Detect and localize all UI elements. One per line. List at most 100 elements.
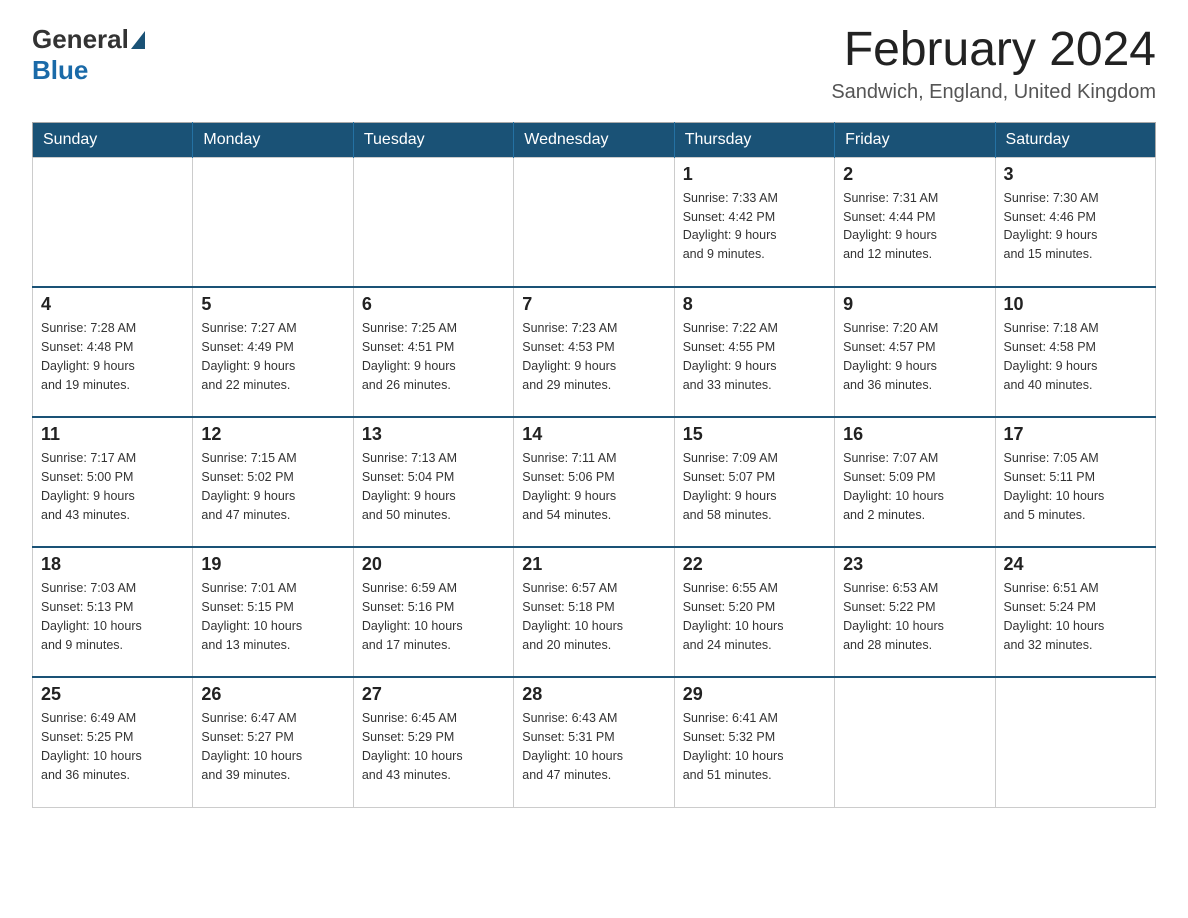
calendar-day-cell: 28 Sunrise: 6:43 AM Sunset: 5:31 PM Dayli… xyxy=(514,677,674,807)
day-number: 15 xyxy=(683,424,826,445)
day-number: 29 xyxy=(683,684,826,705)
day-info: Sunrise: 7:03 AM Sunset: 5:13 PM Dayligh… xyxy=(41,579,184,654)
day-info: Sunrise: 6:43 AM Sunset: 5:31 PM Dayligh… xyxy=(522,709,665,784)
page-header: General Blue February 2024 Sandwich, Eng… xyxy=(32,24,1156,104)
calendar-header-friday: Friday xyxy=(835,122,995,157)
day-number: 3 xyxy=(1004,164,1147,185)
calendar-day-cell: 25 Sunrise: 6:49 AM Sunset: 5:25 PM Dayli… xyxy=(33,677,193,807)
day-info: Sunrise: 6:59 AM Sunset: 5:16 PM Dayligh… xyxy=(362,579,505,654)
day-info: Sunrise: 6:55 AM Sunset: 5:20 PM Dayligh… xyxy=(683,579,826,654)
calendar-day-cell: 12 Sunrise: 7:15 AM Sunset: 5:02 PM Dayli… xyxy=(193,417,353,547)
day-number: 19 xyxy=(201,554,344,575)
calendar-day-cell xyxy=(33,157,193,287)
calendar-day-cell: 20Sunrise: 6:59 AM Sunset: 5:16 PM Dayli… xyxy=(353,547,513,677)
day-number: 4 xyxy=(41,294,184,315)
logo-general-text: General xyxy=(32,24,129,55)
calendar-day-cell: 5 Sunrise: 7:27 AM Sunset: 4:49 PM Daylig… xyxy=(193,287,353,417)
calendar-day-cell: 19 Sunrise: 7:01 AM Sunset: 5:15 PM Dayli… xyxy=(193,547,353,677)
calendar-week-row: 4 Sunrise: 7:28 AM Sunset: 4:48 PM Daylig… xyxy=(33,287,1156,417)
day-info: Sunrise: 6:57 AM Sunset: 5:18 PM Dayligh… xyxy=(522,579,665,654)
calendar-header-wednesday: Wednesday xyxy=(514,122,674,157)
calendar-day-cell: 16 Sunrise: 7:07 AM Sunset: 5:09 PM Dayli… xyxy=(835,417,995,547)
day-info: Sunrise: 7:13 AM Sunset: 5:04 PM Dayligh… xyxy=(362,449,505,524)
day-number: 6 xyxy=(362,294,505,315)
title-section: February 2024 Sandwich, England, United … xyxy=(831,24,1156,104)
day-info: Sunrise: 7:15 AM Sunset: 5:02 PM Dayligh… xyxy=(201,449,344,524)
location: Sandwich, England, United Kingdom xyxy=(831,81,1156,104)
calendar-day-cell: 7 Sunrise: 7:23 AM Sunset: 4:53 PM Daylig… xyxy=(514,287,674,417)
day-number: 24 xyxy=(1004,554,1147,575)
logo-blue-text: Blue xyxy=(32,55,88,85)
day-number: 7 xyxy=(522,294,665,315)
day-info: Sunrise: 6:47 AM Sunset: 5:27 PM Dayligh… xyxy=(201,709,344,784)
calendar-week-row: 18 Sunrise: 7:03 AM Sunset: 5:13 PM Dayli… xyxy=(33,547,1156,677)
logo-triangle-icon xyxy=(131,31,145,49)
day-info: Sunrise: 7:17 AM Sunset: 5:00 PM Dayligh… xyxy=(41,449,184,524)
calendar-day-cell: 21Sunrise: 6:57 AM Sunset: 5:18 PM Dayli… xyxy=(514,547,674,677)
calendar-week-row: 25 Sunrise: 6:49 AM Sunset: 5:25 PM Dayli… xyxy=(33,677,1156,807)
day-number: 25 xyxy=(41,684,184,705)
calendar-header-row: SundayMondayTuesdayWednesdayThursdayFrid… xyxy=(33,122,1156,157)
day-number: 26 xyxy=(201,684,344,705)
day-number: 14 xyxy=(522,424,665,445)
calendar-header-sunday: Sunday xyxy=(33,122,193,157)
calendar-day-cell: 14 Sunrise: 7:11 AM Sunset: 5:06 PM Dayli… xyxy=(514,417,674,547)
calendar-header-saturday: Saturday xyxy=(995,122,1155,157)
calendar-header-tuesday: Tuesday xyxy=(353,122,513,157)
day-info: Sunrise: 7:22 AM Sunset: 4:55 PM Dayligh… xyxy=(683,319,826,394)
day-info: Sunrise: 7:23 AM Sunset: 4:53 PM Dayligh… xyxy=(522,319,665,394)
calendar-day-cell xyxy=(995,677,1155,807)
day-info: Sunrise: 7:33 AM Sunset: 4:42 PM Dayligh… xyxy=(683,189,826,264)
day-info: Sunrise: 7:30 AM Sunset: 4:46 PM Dayligh… xyxy=(1004,189,1147,264)
day-info: Sunrise: 7:07 AM Sunset: 5:09 PM Dayligh… xyxy=(843,449,986,524)
day-info: Sunrise: 7:25 AM Sunset: 4:51 PM Dayligh… xyxy=(362,319,505,394)
day-info: Sunrise: 7:18 AM Sunset: 4:58 PM Dayligh… xyxy=(1004,319,1147,394)
calendar-table: SundayMondayTuesdayWednesdayThursdayFrid… xyxy=(32,122,1156,808)
day-info: Sunrise: 7:11 AM Sunset: 5:06 PM Dayligh… xyxy=(522,449,665,524)
day-info: Sunrise: 7:20 AM Sunset: 4:57 PM Dayligh… xyxy=(843,319,986,394)
day-number: 1 xyxy=(683,164,826,185)
calendar-day-cell: 22 Sunrise: 6:55 AM Sunset: 5:20 PM Dayli… xyxy=(674,547,834,677)
calendar-header-thursday: Thursday xyxy=(674,122,834,157)
calendar-day-cell: 24Sunrise: 6:51 AM Sunset: 5:24 PM Dayli… xyxy=(995,547,1155,677)
day-number: 17 xyxy=(1004,424,1147,445)
day-info: Sunrise: 7:28 AM Sunset: 4:48 PM Dayligh… xyxy=(41,319,184,394)
calendar-day-cell: 3 Sunrise: 7:30 AM Sunset: 4:46 PM Daylig… xyxy=(995,157,1155,287)
calendar-day-cell: 8 Sunrise: 7:22 AM Sunset: 4:55 PM Daylig… xyxy=(674,287,834,417)
day-number: 10 xyxy=(1004,294,1147,315)
day-info: Sunrise: 6:45 AM Sunset: 5:29 PM Dayligh… xyxy=(362,709,505,784)
day-info: Sunrise: 6:49 AM Sunset: 5:25 PM Dayligh… xyxy=(41,709,184,784)
calendar-day-cell: 18 Sunrise: 7:03 AM Sunset: 5:13 PM Dayli… xyxy=(33,547,193,677)
calendar-day-cell: 26 Sunrise: 6:47 AM Sunset: 5:27 PM Dayli… xyxy=(193,677,353,807)
calendar-day-cell xyxy=(353,157,513,287)
calendar-day-cell: 13 Sunrise: 7:13 AM Sunset: 5:04 PM Dayli… xyxy=(353,417,513,547)
month-title: February 2024 xyxy=(831,24,1156,77)
day-info: Sunrise: 7:01 AM Sunset: 5:15 PM Dayligh… xyxy=(201,579,344,654)
calendar-day-cell: 10 Sunrise: 7:18 AM Sunset: 4:58 PM Dayli… xyxy=(995,287,1155,417)
logo: General Blue xyxy=(32,24,147,86)
calendar-day-cell: 15Sunrise: 7:09 AM Sunset: 5:07 PM Dayli… xyxy=(674,417,834,547)
day-number: 28 xyxy=(522,684,665,705)
day-number: 16 xyxy=(843,424,986,445)
day-number: 5 xyxy=(201,294,344,315)
day-number: 18 xyxy=(41,554,184,575)
day-number: 2 xyxy=(843,164,986,185)
day-info: Sunrise: 7:31 AM Sunset: 4:44 PM Dayligh… xyxy=(843,189,986,264)
day-number: 12 xyxy=(201,424,344,445)
calendar-day-cell: 11 Sunrise: 7:17 AM Sunset: 5:00 PM Dayli… xyxy=(33,417,193,547)
day-number: 11 xyxy=(41,424,184,445)
day-info: Sunrise: 6:41 AM Sunset: 5:32 PM Dayligh… xyxy=(683,709,826,784)
calendar-day-cell xyxy=(835,677,995,807)
calendar-week-row: 1 Sunrise: 7:33 AM Sunset: 4:42 PM Daylig… xyxy=(33,157,1156,287)
day-number: 13 xyxy=(362,424,505,445)
calendar-day-cell: 6 Sunrise: 7:25 AM Sunset: 4:51 PM Daylig… xyxy=(353,287,513,417)
calendar-day-cell: 4 Sunrise: 7:28 AM Sunset: 4:48 PM Daylig… xyxy=(33,287,193,417)
day-number: 8 xyxy=(683,294,826,315)
day-number: 9 xyxy=(843,294,986,315)
day-info: Sunrise: 6:53 AM Sunset: 5:22 PM Dayligh… xyxy=(843,579,986,654)
calendar-day-cell: 23 Sunrise: 6:53 AM Sunset: 5:22 PM Dayli… xyxy=(835,547,995,677)
day-number: 23 xyxy=(843,554,986,575)
day-info: Sunrise: 7:27 AM Sunset: 4:49 PM Dayligh… xyxy=(201,319,344,394)
day-number: 22 xyxy=(683,554,826,575)
day-info: Sunrise: 7:05 AM Sunset: 5:11 PM Dayligh… xyxy=(1004,449,1147,524)
